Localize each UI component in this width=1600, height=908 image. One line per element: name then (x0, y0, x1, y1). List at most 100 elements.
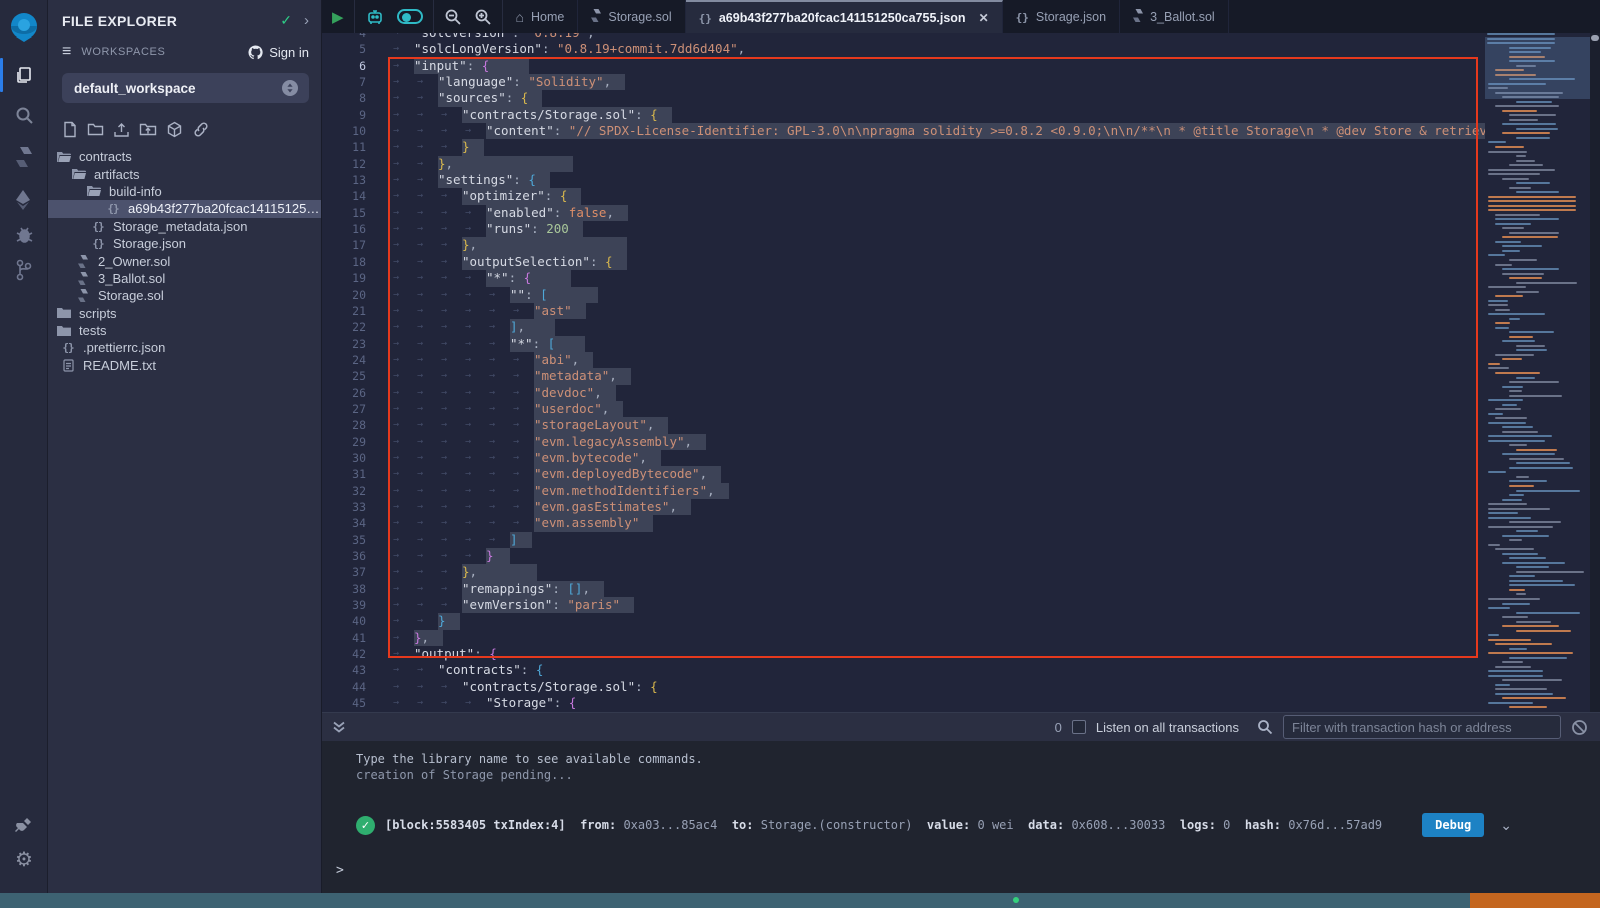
scrollbar-handle[interactable] (1591, 35, 1599, 41)
folder-icon (56, 325, 72, 337)
tab-whitespace: → (438, 597, 462, 613)
import-cube-icon[interactable] (166, 121, 183, 138)
line-number: 33 (322, 499, 376, 515)
tree-item-storage-json[interactable]: {}Storage.json (48, 235, 321, 252)
tab-whitespace: → (438, 107, 462, 123)
remix-logo-icon[interactable] (0, 6, 48, 48)
code-line-26: 26→→→→→→"devdoc", (322, 385, 1485, 401)
tab-whitespace: → (510, 466, 534, 482)
workspaces-menu-icon[interactable]: ≡ (62, 43, 71, 61)
solidity-compiler-icon[interactable] (0, 143, 48, 171)
tab-whitespace: → (390, 33, 414, 41)
tree-item-3-ballot-sol[interactable]: 3_Ballot.sol (48, 270, 321, 287)
tree-item-readme-txt[interactable]: README.txt (48, 357, 321, 374)
transaction-filter-input[interactable] (1283, 715, 1561, 739)
minimap[interactable] (1485, 33, 1590, 712)
editor-scrollbar[interactable] (1590, 33, 1600, 712)
new-file-icon[interactable] (62, 121, 78, 138)
clear-console-icon[interactable] (1571, 719, 1588, 736)
tree-item--prettierrc-json[interactable]: {}.prettierrc.json (48, 339, 321, 356)
workspace-select[interactable]: default_workspace (62, 73, 309, 103)
deploy-run-icon[interactable] (0, 186, 48, 214)
code-line-10: 10→→→→"content": "// SPDX-License-Identi… (322, 123, 1485, 139)
line-number: 42 (322, 646, 376, 662)
code-line-6: 6→"input": { (322, 58, 1485, 74)
tab-home[interactable]: ⌂Home (503, 0, 579, 33)
tab-whitespace: → (462, 499, 486, 515)
run-script-play-icon[interactable]: ▶ (332, 8, 344, 26)
tree-item-label: 3_Ballot.sol (98, 271, 165, 286)
tab-whitespace: → (414, 156, 438, 172)
listen-all-checkbox[interactable] (1072, 720, 1086, 734)
upload-file-icon[interactable] (113, 121, 130, 138)
tree-item-storage-metadata-json[interactable]: {}Storage_metadata.json (48, 218, 321, 235)
tree-item-scripts[interactable]: scripts (48, 305, 321, 322)
tab-storage-json[interactable]: {}Storage.json (1003, 0, 1120, 33)
tree-item-label: Storage.json (113, 236, 186, 251)
debug-button[interactable]: Debug (1422, 813, 1484, 837)
link-clone-icon[interactable] (192, 121, 210, 138)
tab-whitespace: → (510, 450, 534, 466)
debugger-icon[interactable] (0, 221, 48, 247)
tree-item-build-info[interactable]: build-info (48, 183, 321, 200)
collapse-terminal-icon[interactable] (332, 720, 346, 734)
sol-icon (75, 289, 91, 302)
tree-item-a69b43f277ba20fcac141151250ca7-[interactable]: {}a69b43f277ba20fcac141151250ca7... (48, 200, 321, 217)
tab-a69b43f277ba20fcac141151250ca755-json[interactable]: {}a69b43f277ba20fcac141151250ca755.json✕ (686, 0, 1003, 33)
new-folder-icon[interactable] (87, 121, 104, 138)
tab-3-ballot-sol[interactable]: 3_Ballot.sol (1120, 0, 1229, 33)
settings-gear-icon[interactable]: ⚙ (0, 846, 48, 872)
tab-whitespace: → (390, 107, 414, 123)
tab-whitespace: → (486, 483, 510, 499)
tree-item-2-owner-sol[interactable]: 2_Owner.sol (48, 252, 321, 269)
tab-close-icon[interactable]: ✕ (979, 11, 989, 25)
file-explorer-icon[interactable] (0, 58, 48, 92)
tab-whitespace: → (462, 123, 486, 139)
json-icon: {} (90, 220, 106, 233)
tree-item-artifacts[interactable]: artifacts (48, 165, 321, 182)
tab-whitespace: → (462, 401, 486, 417)
code-line-35: 35→→→→→] (322, 532, 1485, 548)
alert-status-segment[interactable] (1470, 893, 1600, 908)
tree-item-contracts[interactable]: contracts (48, 148, 321, 165)
panel-chevron-icon[interactable]: › (304, 12, 309, 29)
tree-item-tests[interactable]: tests (48, 322, 321, 339)
tab-whitespace: → (390, 270, 414, 286)
tab-whitespace: → (390, 401, 414, 417)
terminal-prompt[interactable]: > (336, 863, 1600, 878)
terminal-output[interactable]: Type the library name to see available c… (322, 741, 1600, 878)
tree-item-label: 2_Owner.sol (98, 254, 170, 269)
tab-whitespace: → (390, 532, 414, 548)
ai-toggle-switch[interactable] (397, 9, 423, 24)
code-editor[interactable]: 4→"solcVersion": "0.8.19",5→"solcLongVer… (322, 33, 1600, 712)
code-line-43: 43→→"contracts": { (322, 662, 1485, 678)
tab-whitespace: → (390, 630, 414, 646)
tab-whitespace: → (414, 368, 438, 384)
zoom-out-icon[interactable] (444, 8, 462, 26)
upload-folder-icon[interactable] (139, 121, 157, 138)
accept-check-icon[interactable]: ✓ (280, 12, 292, 29)
tx-expand-chevron-icon[interactable]: ⌄ (1500, 817, 1512, 834)
terminal-search-icon[interactable] (1257, 719, 1273, 735)
git-icon[interactable] (0, 256, 48, 284)
remix-ai-robot-icon[interactable] (365, 7, 385, 27)
tab-whitespace: → (390, 368, 414, 384)
tab-whitespace: → (414, 205, 438, 221)
code-line-4: 4→"solcVersion": "0.8.19", (322, 33, 1485, 41)
tab-whitespace: → (438, 254, 462, 270)
tab-whitespace: → (414, 679, 438, 695)
tree-item-storage-sol[interactable]: Storage.sol (48, 287, 321, 304)
line-number: 26 (322, 385, 376, 401)
transaction-log-row[interactable]: ✓ [block:5583405 txIndex:4] from: 0xa03.… (356, 813, 1600, 837)
tab-whitespace: → (390, 319, 414, 335)
workspace-sort-icon[interactable] (281, 79, 299, 97)
code-line-23: 23→→→→→"*": [ (322, 336, 1485, 352)
line-number: 6 (322, 58, 376, 74)
search-icon[interactable] (0, 102, 48, 128)
tab-storage-sol[interactable]: Storage.sol (578, 0, 685, 33)
sign-in-button[interactable]: Sign in (248, 45, 309, 60)
zoom-in-icon[interactable] (474, 8, 492, 26)
minimap-viewport[interactable] (1485, 37, 1590, 99)
plugin-manager-icon[interactable] (0, 812, 48, 840)
line-number: 30 (322, 450, 376, 466)
